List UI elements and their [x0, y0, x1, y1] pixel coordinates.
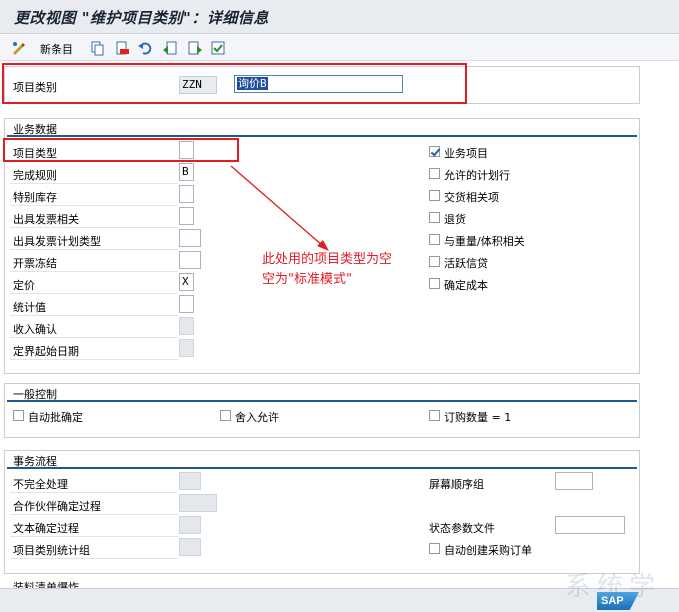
- previous-entry-icon[interactable]: [161, 39, 178, 56]
- row-separator: [10, 538, 178, 559]
- copy-icon[interactable]: [88, 39, 105, 56]
- annotation-arrow-icon: [230, 165, 329, 251]
- rounding-permitted-label: 舍入允许: [235, 411, 279, 424]
- row-separator: [10, 516, 178, 537]
- row-separator: [10, 472, 178, 493]
- business-item-checkbox[interactable]: [429, 146, 440, 157]
- order-qty-one-checkbox[interactable]: [429, 410, 440, 421]
- auto-batch-determination-label: 自动批确定: [28, 411, 83, 424]
- auto-create-po-checkbox[interactable]: [429, 543, 440, 554]
- annotation-note: 此处用的项目类型为空 空为"标准模式": [262, 250, 392, 290]
- billing-block-input[interactable]: [179, 251, 201, 269]
- text-determination-input[interactable]: [179, 516, 201, 534]
- row-separator: [10, 317, 178, 338]
- partner-determination-input[interactable]: [179, 494, 217, 512]
- annotation-line-2: 空为"标准模式": [262, 272, 352, 287]
- display-change-icon[interactable]: [10, 39, 27, 56]
- credit-active-checkbox[interactable]: [429, 256, 440, 267]
- status-profile-label: 状态参数文件: [429, 522, 495, 535]
- screen-sequence-group-label: 屏幕顺序组: [429, 478, 484, 491]
- general-control-section: 一般控制: [4, 383, 640, 438]
- incompletion-procedure-input[interactable]: [179, 472, 201, 490]
- schedule-lines-allowed-checkbox[interactable]: [429, 168, 440, 179]
- row-separator: [10, 207, 178, 228]
- key-highlight-box: [2, 63, 467, 104]
- business-item-label: 业务项目: [444, 147, 488, 160]
- section-divider: [7, 135, 637, 137]
- revenue-recognition-input[interactable]: [179, 317, 194, 335]
- credit-active-label: 活跃信贷: [444, 257, 488, 270]
- new-entries-button[interactable]: 新条目: [40, 41, 73, 57]
- weight-volume-relevant-label: 与重量/体积相关: [444, 235, 525, 248]
- schedule-lines-allowed-label: 允许的计划行: [444, 169, 510, 182]
- row-separator: [10, 273, 178, 294]
- billing-plan-type-input[interactable]: [179, 229, 201, 247]
- statistical-value-input[interactable]: [179, 295, 194, 313]
- next-entry-icon[interactable]: [186, 39, 203, 56]
- pricing-input[interactable]: X: [179, 273, 194, 291]
- row-separator: [10, 185, 178, 206]
- auto-batch-determination-checkbox[interactable]: [13, 410, 24, 421]
- rounding-permitted-checkbox[interactable]: [220, 410, 231, 421]
- delete-icon[interactable]: [113, 39, 130, 56]
- determine-cost-checkbox[interactable]: [429, 278, 440, 289]
- row-separator: [10, 339, 178, 360]
- returns-checkbox[interactable]: [429, 212, 440, 223]
- auto-create-po-label: 自动创建采购订单: [444, 544, 532, 557]
- bom-explosion-title: 装料清单爆炸: [13, 581, 79, 588]
- row-separator: [10, 163, 178, 184]
- item-stat-group-input[interactable]: [179, 538, 201, 556]
- delivery-relevant-label: 交货相关项: [444, 191, 499, 204]
- row-separator: [10, 251, 178, 272]
- determine-cost-label: 确定成本: [444, 279, 488, 292]
- delivery-relevant-checkbox[interactable]: [429, 190, 440, 201]
- title-bar: 更改视图 "维护项目类别"：详细信息: [0, 0, 679, 34]
- weight-volume-relevant-checkbox[interactable]: [429, 234, 440, 245]
- undo-icon[interactable]: [136, 39, 153, 56]
- application-toolbar: 新条目: [0, 35, 679, 61]
- completion-rule-input[interactable]: B: [179, 163, 194, 181]
- order-qty-one-label: 订购数量 = 1: [444, 411, 512, 424]
- row-separator: [10, 494, 178, 515]
- special-stock-input[interactable]: [179, 185, 194, 203]
- accrual-start-date-input[interactable]: [179, 339, 194, 357]
- returns-label: 退货: [444, 213, 466, 226]
- select-all-icon[interactable]: [209, 39, 226, 56]
- annotation-line-1: 此处用的项目类型为空: [262, 252, 393, 267]
- status-profile-input[interactable]: [555, 516, 625, 534]
- section-divider: [7, 400, 637, 402]
- row-separator: [10, 295, 178, 316]
- window-title: 更改视图 "维护项目类别"：详细信息: [14, 9, 269, 27]
- billing-relevance-input[interactable]: [179, 207, 194, 225]
- item-type-highlight-box: [3, 138, 239, 162]
- section-divider: [7, 467, 637, 469]
- row-separator: [10, 229, 178, 250]
- screen-sequence-group-input[interactable]: [555, 472, 593, 490]
